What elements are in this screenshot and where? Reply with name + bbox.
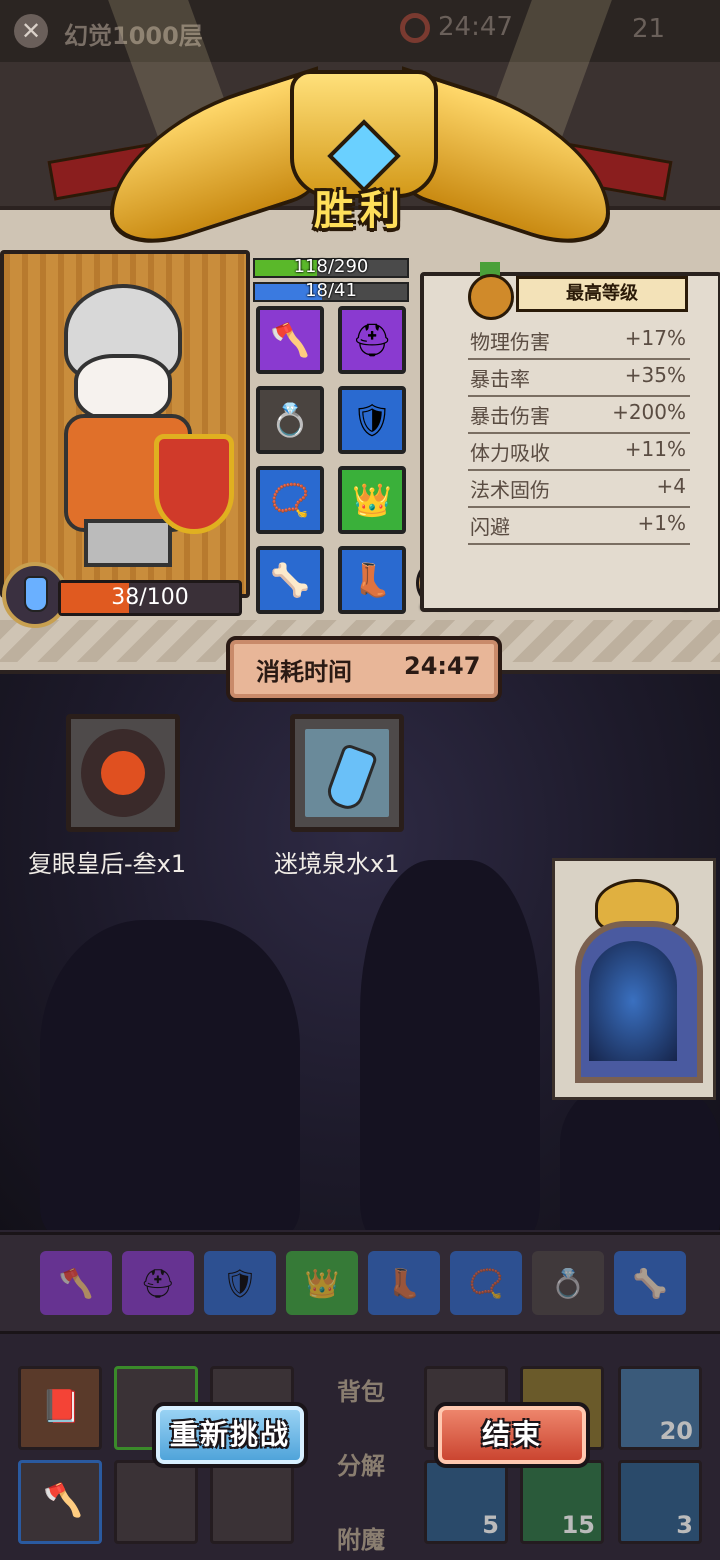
inventory-slot[interactable]: 20 bbox=[618, 1366, 702, 1450]
equipment-strip: 🪓 ⛑ 🛡 👑 👢 📿 💍 🦴 bbox=[0, 1232, 720, 1334]
stats-header: 最高等级 bbox=[516, 276, 688, 312]
inventory-slot[interactable]: 5 bbox=[424, 1460, 508, 1544]
stat-value: +35% bbox=[624, 363, 686, 387]
level-text: 21 bbox=[632, 14, 666, 44]
mp-text: 18/41 bbox=[305, 280, 357, 301]
equipment-slot-bracer[interactable]: 🦴 bbox=[256, 546, 324, 614]
shield-icon bbox=[154, 434, 234, 534]
tab-backpack[interactable]: 背包 bbox=[318, 1372, 404, 1407]
exp-bar: 38/100 bbox=[58, 580, 242, 616]
equipment-slot-armor[interactable]: 🛡 bbox=[338, 386, 406, 454]
strip-slot-armor[interactable]: 🛡 bbox=[204, 1251, 276, 1315]
axe-icon: 🪓 bbox=[270, 321, 310, 359]
amulet-icon: 📿 bbox=[270, 481, 310, 519]
strip-slot-amulet[interactable]: 📿 bbox=[450, 1251, 522, 1315]
queen-boss-icon bbox=[81, 729, 165, 817]
stat-row: 体力吸收 +11% bbox=[468, 433, 690, 471]
hp-text: 118/290 bbox=[293, 256, 369, 277]
potion-icon bbox=[305, 729, 389, 817]
mp-bar: 18/41 bbox=[253, 280, 409, 302]
axe-icon: 🪓 bbox=[43, 1481, 83, 1519]
hp-bar: 118/290 bbox=[253, 256, 409, 278]
stat-value: +200% bbox=[612, 400, 686, 424]
victory-crest: 胜利 bbox=[47, 60, 673, 262]
timer-text: 24:47 bbox=[438, 12, 513, 42]
reward-label: 迷境泉水x1 bbox=[274, 850, 400, 878]
strip-slot-bracer[interactable]: 🦴 bbox=[614, 1251, 686, 1315]
equipment-slot-crown[interactable]: 👑 bbox=[338, 466, 406, 534]
stat-value: +11% bbox=[624, 437, 686, 461]
portal-card[interactable] bbox=[552, 858, 716, 1100]
portal-icon bbox=[589, 941, 677, 1061]
book-icon: 📕 bbox=[41, 1387, 81, 1425]
item-count: 5 bbox=[482, 1511, 499, 1539]
item-count: 20 bbox=[659, 1417, 693, 1445]
helmet-icon: ⛑ bbox=[351, 321, 393, 359]
close-icon[interactable]: ✕ bbox=[14, 14, 48, 48]
crown-icon: 👑 bbox=[352, 481, 392, 519]
inventory-slot[interactable] bbox=[210, 1460, 294, 1544]
victory-title: 胜利 bbox=[314, 188, 406, 234]
top-bar: ✕ 幻觉1000层 24:47 21 bbox=[0, 0, 720, 62]
item-count: 15 bbox=[561, 1511, 595, 1539]
retry-button[interactable]: 重新挑战 bbox=[152, 1402, 308, 1468]
stat-row: 暴击率 +35% bbox=[468, 359, 690, 397]
inventory-slot[interactable]: 15 bbox=[520, 1460, 604, 1544]
bracer-icon: 🦴 bbox=[270, 561, 310, 599]
inventory-slot[interactable] bbox=[114, 1460, 198, 1544]
strip-slot-axe[interactable]: 🪓 bbox=[40, 1251, 112, 1315]
time-spent-banner: 消耗时间 24:47 bbox=[226, 636, 502, 702]
tab-enchant[interactable]: 附魔 bbox=[318, 1520, 404, 1555]
stat-value: +17% bbox=[624, 326, 686, 350]
strip-slot-crown[interactable]: 👑 bbox=[286, 1251, 358, 1315]
armor-icon: 🛡 bbox=[351, 401, 393, 439]
hero-portrait bbox=[0, 250, 250, 598]
inventory-slot[interactable]: 3 bbox=[618, 1460, 702, 1544]
end-button[interactable]: 结束 bbox=[434, 1402, 590, 1468]
exp-text: 38/100 bbox=[111, 585, 189, 610]
stat-label: 体力吸收 bbox=[470, 441, 550, 465]
equipment-slot-amulet[interactable]: 📿 bbox=[256, 466, 324, 534]
ring-green-icon: 💍 bbox=[270, 401, 310, 439]
stat-label: 物理伤害 bbox=[470, 330, 550, 354]
time-value: 24:47 bbox=[404, 652, 481, 680]
stat-row: 闪避 +1% bbox=[468, 507, 690, 545]
stat-label: 暴击率 bbox=[470, 367, 530, 391]
boots-icon: 👢 bbox=[352, 561, 392, 599]
item-count: 3 bbox=[676, 1511, 693, 1539]
timer: 24:47 bbox=[400, 12, 513, 43]
strip-slot-boots[interactable]: 👢 bbox=[368, 1251, 440, 1315]
strip-slot-ring-green[interactable]: 💍 bbox=[532, 1251, 604, 1315]
stat-label: 法术固伤 bbox=[470, 478, 550, 502]
inventory-slot[interactable]: 📕 bbox=[18, 1366, 102, 1450]
stat-row: 暴击伤害 +200% bbox=[468, 396, 690, 434]
stat-value: +4 bbox=[656, 474, 686, 498]
stat-value: +1% bbox=[637, 511, 687, 535]
reward-queen[interactable] bbox=[66, 714, 180, 832]
equipment-slot-axe[interactable]: 🪓 bbox=[256, 306, 324, 374]
reward-label: 复眼皇后-叁x1 bbox=[28, 850, 187, 878]
stats-panel: 最高等级 物理伤害 +17% 暴击率 +35% 暴击伤害 +200% 体力吸收 +11% 法术固… bbox=[420, 262, 720, 612]
clock-icon bbox=[400, 12, 430, 43]
inventory-slot[interactable]: 🪓 bbox=[18, 1460, 102, 1544]
equipment-slot-boots[interactable]: 👢 bbox=[338, 546, 406, 614]
equipment-slot-helmet[interactable]: ⛑ bbox=[338, 306, 406, 374]
stat-label: 闪避 bbox=[470, 515, 510, 539]
stat-row: 物理伤害 +17% bbox=[468, 322, 690, 360]
time-label: 消耗时间 bbox=[256, 658, 352, 686]
stat-label: 暴击伤害 bbox=[470, 404, 550, 428]
tab-dismantle[interactable]: 分解 bbox=[318, 1446, 404, 1481]
stat-row: 法术固伤 +4 bbox=[468, 470, 690, 508]
strip-slot-helmet[interactable]: ⛑ bbox=[122, 1251, 194, 1315]
reward-potion[interactable] bbox=[290, 714, 404, 832]
equipment-slot-ring-green[interactable]: 💍 bbox=[256, 386, 324, 454]
medal-icon bbox=[468, 262, 514, 320]
